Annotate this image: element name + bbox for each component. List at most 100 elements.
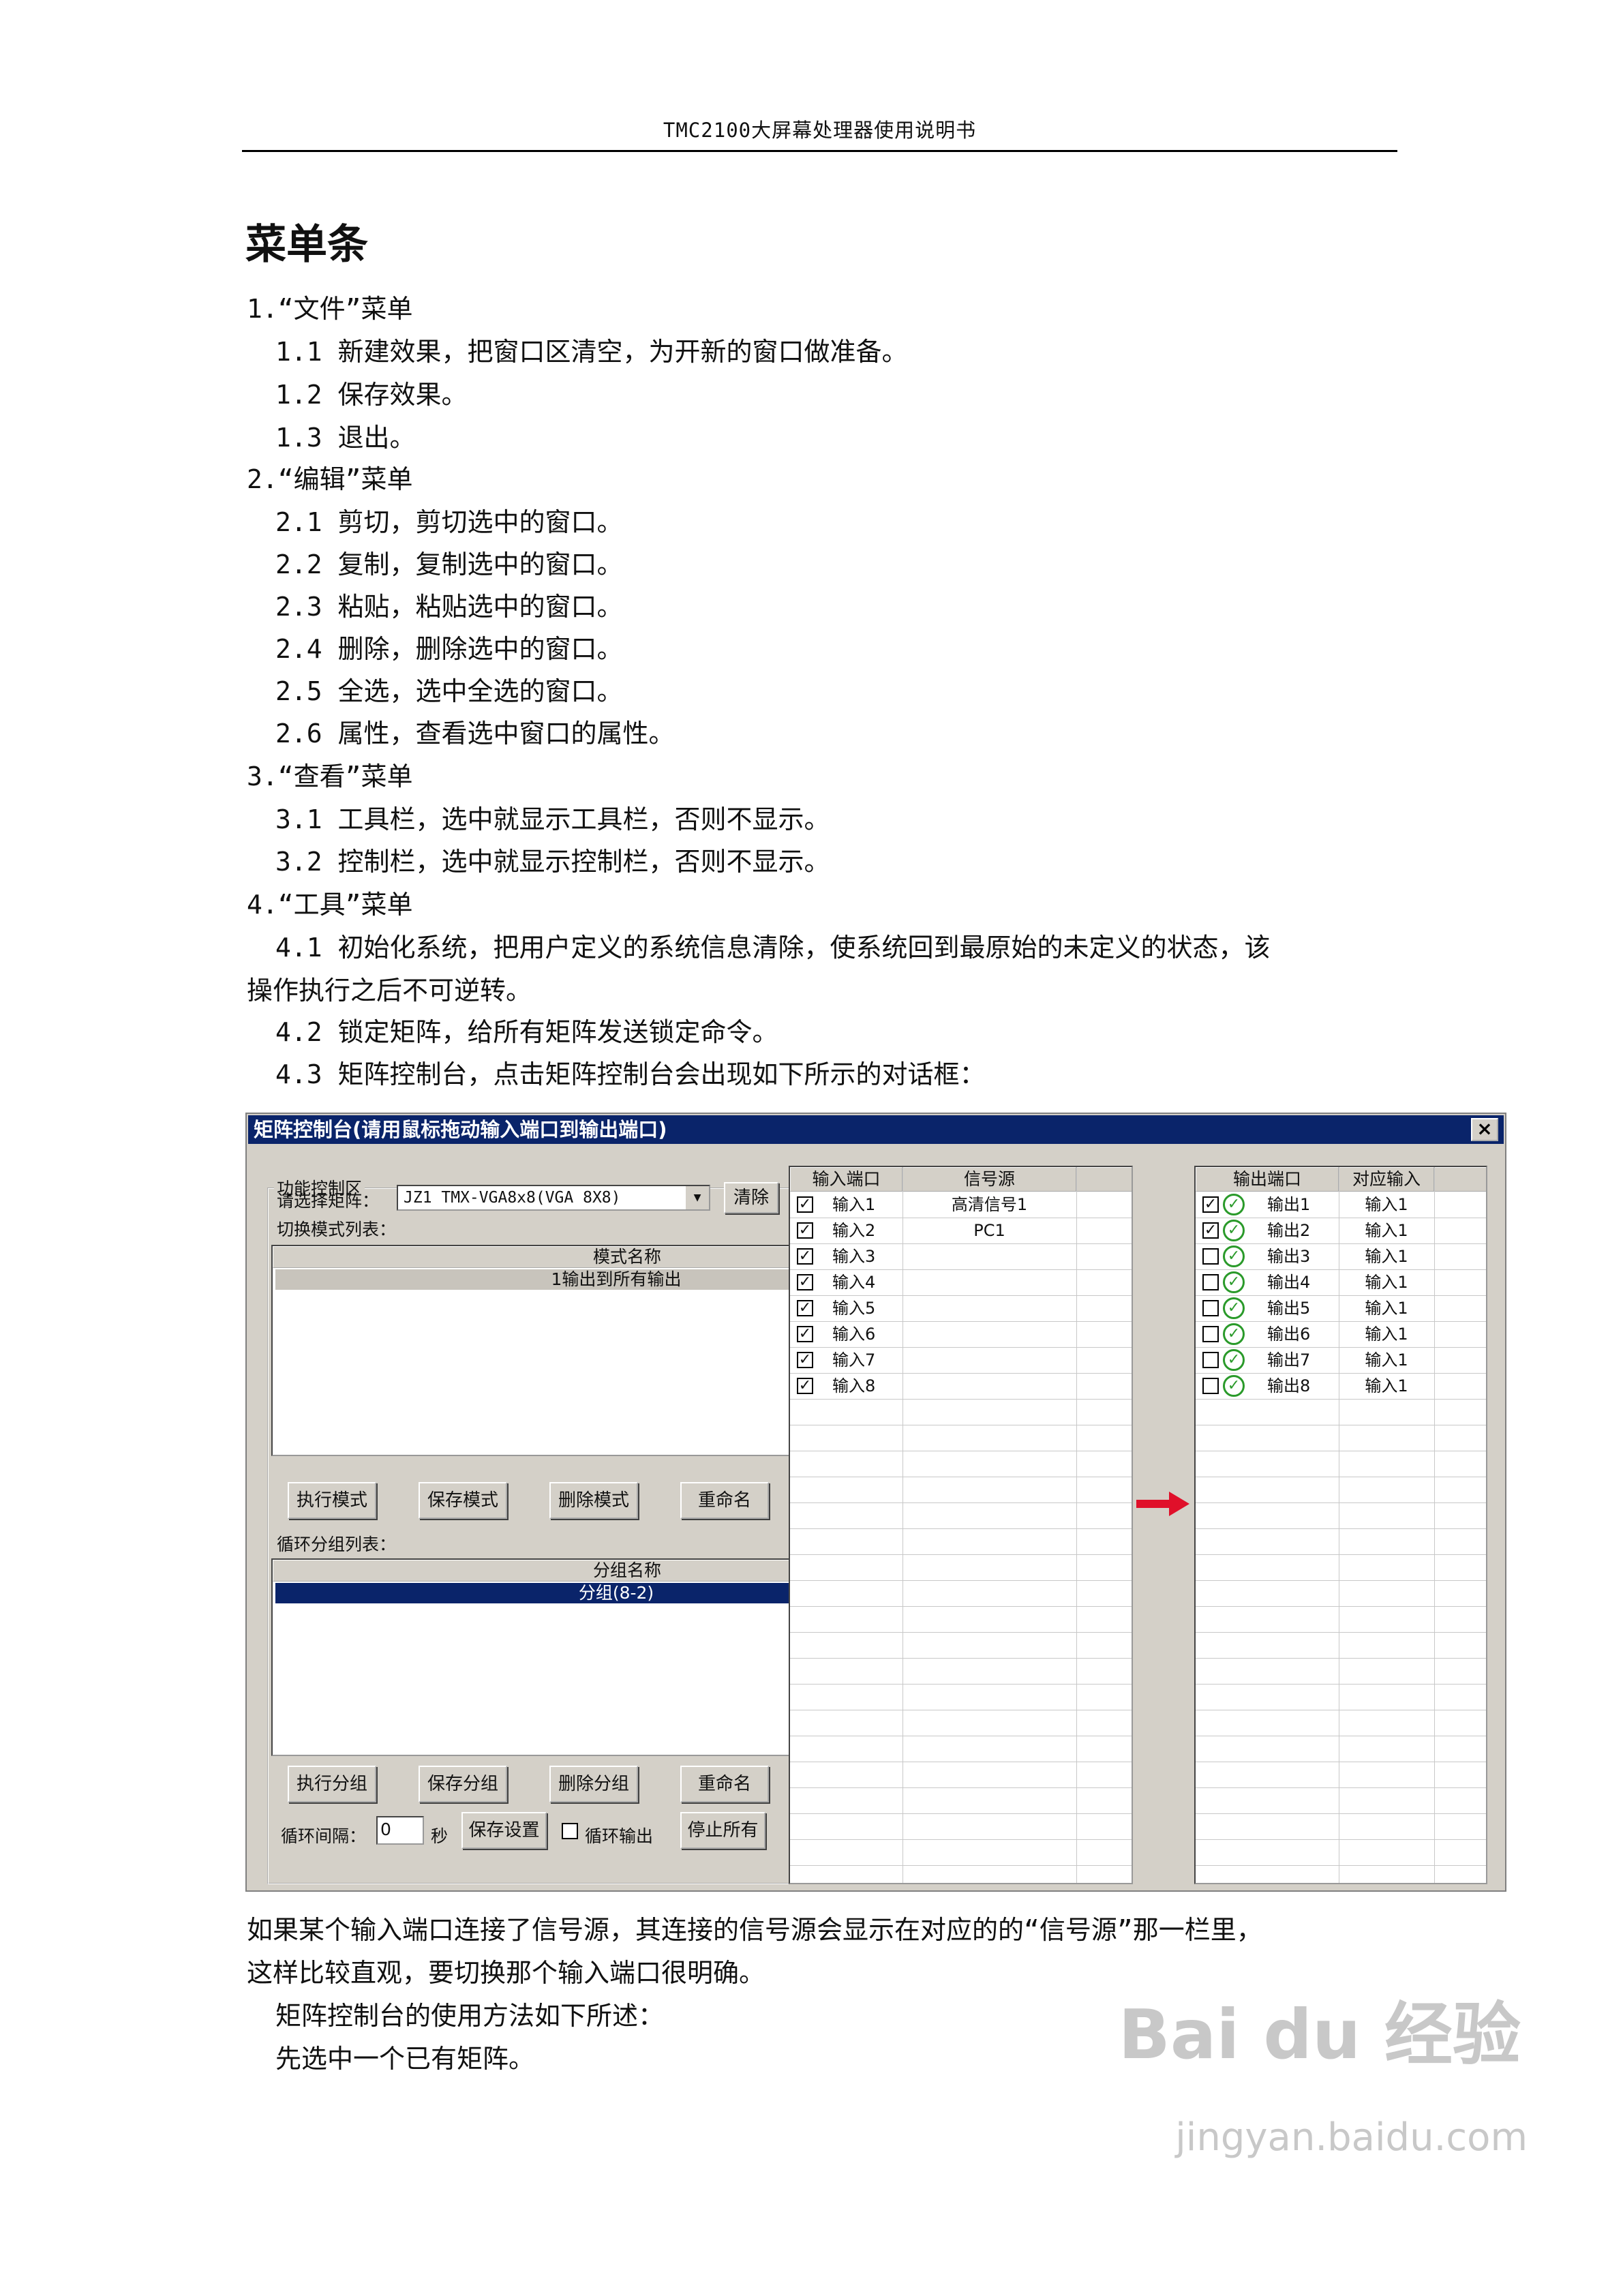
stop-all-button[interactable]: 停止所有 [680,1812,765,1849]
input-7-checkbox[interactable]: ✓ [797,1352,813,1368]
output-3-checkbox[interactable] [1202,1248,1219,1265]
input-2-checkbox[interactable]: ✓ [797,1222,813,1239]
delete-mode-button[interactable]: 删除模式 [549,1482,638,1519]
grid-line [1196,1658,1486,1659]
matrix-console-dialog: 矩阵控制台(请用鼠标拖动输入端口到输出端口) × 功能控制区 请选择矩阵： JZ… [245,1113,1506,1892]
input-port-cell: 输入6 [832,1325,876,1344]
interval-input[interactable]: 0 [376,1816,424,1845]
output-6-checkbox[interactable] [1202,1326,1219,1342]
output-8-checkbox[interactable] [1202,1378,1219,1394]
text-line: 2.3 粘贴，粘贴选中的窗口。 [275,592,623,622]
check-circle-icon: ✓ [1223,1349,1245,1371]
output-1-checkbox[interactable]: ✓ [1202,1196,1219,1213]
output-port-cell: 输出2 [1267,1221,1311,1240]
input-ports-grid[interactable]: 输入端口 信号源 ✓ 输入1 高清信号1 ✓ 输入2 PC1 ✓ 输入3 ✓ 输… [789,1166,1133,1884]
grid-line [1196,1839,1486,1840]
document-header: TMC2100大屏幕处理器使用说明书 [663,119,977,142]
menu-view-heading: 3.“查看”菜单 [247,761,413,791]
grid-line [1196,1399,1486,1400]
execute-mode-button[interactable]: 执行模式 [288,1482,376,1519]
arrow-right-icon [1136,1492,1189,1516]
text-line: 4.1 初始化系统，把用户定义的系统信息清除，使系统回到最原始的未定义的状态，该 [275,933,1271,963]
output-ports-grid[interactable]: 输出端口 对应输入 ✓ ✓ 输出1 输入1 ✓ ✓ 输出2 输入1 ✓ 输出3 … [1194,1166,1487,1884]
text-line: 4.3 矩阵控制台，点击矩阵控制台会出现如下所示的对话框： [275,1059,986,1089]
mapped-input-cell: 输入1 [1365,1273,1408,1292]
output-port-cell: 输出5 [1267,1299,1311,1318]
text-line: 3.1 工具栏，选中就显示工具栏，否则不显示。 [275,804,830,834]
input-5-checkbox[interactable]: ✓ [797,1300,813,1316]
mapped-input-header: 对应输入 [1339,1167,1434,1192]
grid-line [790,1399,1132,1400]
grid-divider [902,1167,903,1883]
input-port-cell: 输入3 [832,1247,876,1266]
rename-mode-button[interactable]: 重命名 [680,1482,769,1519]
baidu-watermark: Bai du 经验 [1118,1995,1521,2074]
text-line: 3.2 控制栏，选中就显示控制栏，否则不显示。 [275,847,830,877]
input-8-checkbox[interactable]: ✓ [797,1378,813,1394]
menu-file-heading: 1.“文件”菜单 [247,294,413,324]
grid-header-blank [1434,1167,1486,1192]
output-2-checkbox[interactable]: ✓ [1202,1222,1219,1239]
mode-list-label: 切换模式列表： [277,1220,397,1239]
matrix-select-value: JZ1 TMX-VGA8x8(VGA 8X8) [404,1189,621,1207]
signal-source-cell: 高清信号1 [951,1195,1028,1214]
check-circle-icon: ✓ [1223,1271,1245,1293]
grid-line [1196,1787,1486,1788]
output-5-checkbox[interactable] [1202,1300,1219,1316]
output-4-checkbox[interactable] [1202,1274,1219,1290]
input-port-header: 输入端口 [790,1167,902,1192]
save-settings-button[interactable]: 保存设置 [461,1812,547,1849]
input-port-cell: 输入2 [832,1221,876,1240]
input-port-cell: 输入5 [832,1299,876,1318]
text-line: 4.2 锁定矩阵，给所有矩阵发送锁定命令。 [275,1017,778,1047]
check-circle-icon: ✓ [1223,1323,1245,1345]
output-7-checkbox[interactable] [1202,1352,1219,1368]
check-circle-icon: ✓ [1223,1194,1245,1215]
delete-group-button[interactable]: 删除分组 [549,1766,638,1802]
save-group-button[interactable]: 保存分组 [419,1766,507,1802]
grid-line [1196,1580,1486,1581]
grid-line [790,1839,1132,1840]
clear-button[interactable]: 清除 [724,1182,778,1213]
grid-line [1196,1606,1486,1607]
mapped-input-cell: 输入1 [1365,1221,1408,1240]
grid-line [790,1580,1132,1581]
matrix-select[interactable]: JZ1 TMX-VGA8x8(VGA 8X8) ▼ [397,1185,710,1211]
check-circle-icon: ✓ [1223,1245,1245,1267]
chevron-down-icon[interactable]: ▼ [684,1186,709,1209]
close-icon[interactable]: × [1471,1118,1498,1141]
grid-line [1196,1502,1486,1503]
interval-unit: 秒 [431,1826,449,1846]
input-port-cell: 输入4 [832,1273,876,1292]
input-3-checkbox[interactable]: ✓ [797,1248,813,1265]
mapped-input-cell: 输入1 [1365,1299,1408,1318]
input-4-checkbox[interactable]: ✓ [797,1274,813,1290]
output-port-header: 输出端口 [1196,1167,1339,1192]
grid-line [790,1865,1132,1866]
input-6-checkbox[interactable]: ✓ [797,1326,813,1342]
save-mode-button[interactable]: 保存模式 [419,1482,507,1519]
grid-line [1196,1632,1486,1633]
text-line: 1.3 退出。 [275,423,416,453]
dialog-titlebar: 矩阵控制台(请用鼠标拖动输入端口到输出端口) × [248,1115,1504,1144]
grid-divider [1434,1167,1435,1883]
output-port-cell: 输出8 [1267,1376,1311,1395]
grid-line [1196,1528,1486,1529]
mapped-input-cell: 输入1 [1365,1350,1408,1370]
grid-line [1196,1554,1486,1555]
input-1-checkbox[interactable]: ✓ [797,1196,813,1213]
rename-group-button[interactable]: 重命名 [680,1766,769,1802]
check-circle-icon: ✓ [1223,1375,1245,1397]
cycle-output-label: 循环输出 [585,1826,654,1846]
execute-group-button[interactable]: 执行分组 [288,1766,376,1802]
text-line: 先选中一个已有矩阵。 [275,2044,535,2074]
select-matrix-label: 请选择矩阵： [277,1191,380,1211]
output-port-cell: 输出6 [1267,1325,1311,1344]
text-line: 这样比较直观，要切换那个输入端口很明确。 [247,1958,765,1988]
mapped-input-cell: 输入1 [1365,1376,1408,1395]
output-port-cell: 输出1 [1267,1195,1311,1214]
grid-header-blank [1076,1167,1132,1192]
text-line: 2.2 复制，复制选中的窗口。 [275,549,623,579]
cycle-output-checkbox[interactable] [562,1823,578,1839]
grid-line [790,1528,1132,1529]
